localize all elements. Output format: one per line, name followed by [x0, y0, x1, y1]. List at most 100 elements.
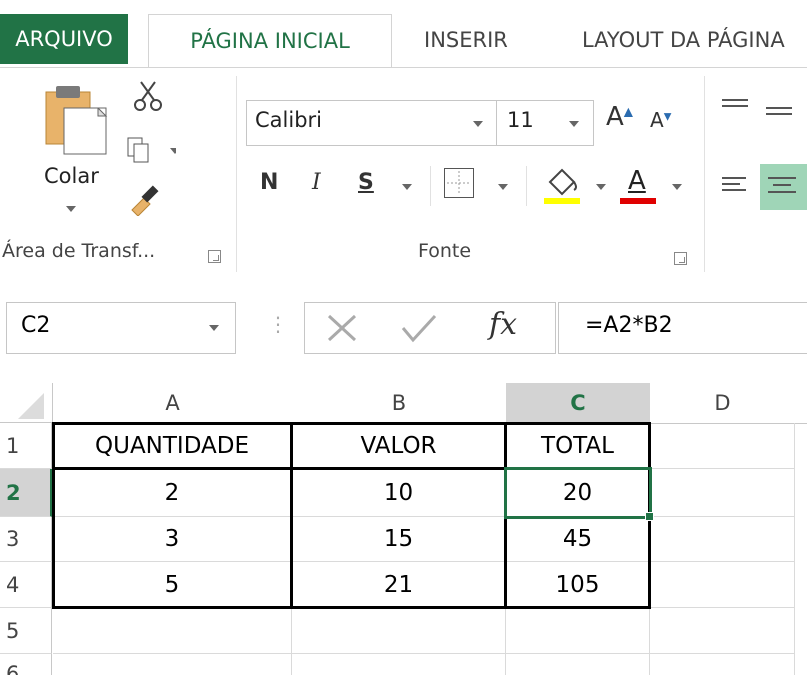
fill-handle[interactable]	[645, 512, 654, 521]
row-header-2[interactable]: 2	[0, 469, 52, 517]
tab-home[interactable]: PÁGINA INICIAL	[148, 14, 392, 70]
table-header-border	[52, 467, 651, 470]
formula-buttons: fx	[304, 302, 556, 354]
font-group-label: Fonte	[418, 240, 472, 262]
cancel-icon[interactable]	[325, 312, 361, 344]
italic-button[interactable]: I	[312, 170, 321, 195]
cell-b6[interactable]	[292, 654, 506, 675]
cell-c6[interactable]	[506, 654, 650, 675]
cell-c5[interactable]	[506, 608, 650, 654]
font-dialog-launcher[interactable]	[674, 252, 687, 265]
borders-icon	[447, 171, 471, 195]
clipboard-dialog-launcher[interactable]	[208, 250, 221, 263]
font-color-swatch	[620, 198, 656, 204]
grid-top-gap	[0, 364, 807, 383]
bold-button[interactable]: N	[260, 170, 278, 195]
align-middle-icon	[766, 107, 792, 115]
cell-d3[interactable]	[650, 517, 795, 562]
inline-separator	[430, 166, 431, 206]
row-header-1[interactable]: 1	[0, 423, 52, 469]
row-header-6[interactable]: 6	[0, 654, 52, 675]
formula-input-value: =A2*B2	[585, 313, 673, 338]
cell-d5[interactable]	[650, 608, 795, 654]
fill-color-button[interactable]	[542, 164, 582, 206]
enter-icon[interactable]	[399, 312, 439, 344]
font-name-dropdown-arrow[interactable]	[473, 121, 483, 127]
column-header-b[interactable]: B	[292, 383, 507, 424]
font-color-button[interactable]: A	[618, 164, 658, 206]
cell-b4[interactable]: 21	[292, 562, 506, 608]
cell-d4[interactable]	[650, 562, 795, 608]
top-align-button[interactable]	[720, 96, 750, 120]
cell-a4[interactable]: 5	[53, 562, 292, 608]
cell-c4[interactable]: 105	[506, 562, 650, 608]
underline-button[interactable]: S	[358, 170, 374, 195]
formula-input[interactable]: =A2*B2	[558, 302, 807, 354]
format-painter-button[interactable]	[128, 180, 164, 217]
name-box[interactable]: C2	[6, 302, 236, 354]
cell-d1[interactable]	[650, 423, 795, 469]
inline-separator	[526, 166, 527, 206]
cell-d6[interactable]	[650, 654, 795, 675]
row-header-5[interactable]: 5	[0, 608, 52, 654]
fill-color-dropdown-arrow[interactable]	[596, 184, 606, 190]
cell-a2[interactable]: 2	[53, 469, 292, 517]
tab-file[interactable]: ARQUIVO	[0, 14, 128, 64]
align-left-button[interactable]	[720, 172, 750, 200]
grow-font-icon: A	[606, 102, 624, 132]
ribbon: Colar Área de Transf... Calibri 11 A▲ A▼…	[0, 68, 807, 282]
align-center-button[interactable]	[760, 164, 807, 210]
cut-button[interactable]	[132, 80, 164, 112]
select-all-triangle-icon	[18, 393, 44, 419]
font-size-value: 11	[507, 108, 534, 132]
clipboard-group-label: Área de Transf...	[2, 240, 156, 262]
format-painter-icon	[131, 185, 159, 217]
cell-c3[interactable]: 45	[506, 517, 650, 562]
formula-bar: C2 ⋮ fx =A2*B2	[0, 282, 807, 364]
column-header-d[interactable]: D	[650, 383, 796, 424]
font-color-dropdown-arrow[interactable]	[672, 184, 682, 190]
borders-dropdown-arrow[interactable]	[498, 184, 508, 190]
font-color-icon: A	[628, 166, 646, 196]
row-header-3[interactable]: 3	[0, 517, 52, 562]
cell-b2[interactable]: 10	[292, 469, 506, 517]
tab-page-layout[interactable]: LAYOUT DA PÁGINA	[582, 14, 785, 66]
column-header-partial[interactable]	[795, 383, 807, 424]
table-column-border	[290, 422, 293, 609]
cell-b5[interactable]	[292, 608, 506, 654]
cell-c1[interactable]: TOTAL	[506, 423, 650, 469]
font-size-select[interactable]: 11	[496, 100, 594, 146]
shrink-font-button[interactable]: A▼	[650, 108, 671, 132]
cell-a6[interactable]	[53, 654, 292, 675]
font-name-select[interactable]: Calibri	[246, 100, 498, 146]
column-header-a[interactable]: A	[53, 383, 293, 424]
cell-a3[interactable]: 3	[53, 517, 292, 562]
font-size-dropdown-arrow[interactable]	[569, 121, 579, 127]
cell-a1[interactable]: QUANTIDADE	[53, 423, 292, 469]
borders-button[interactable]	[444, 168, 474, 198]
tab-insert[interactable]: INSERIR	[424, 14, 508, 66]
cell-c2[interactable]: 20	[506, 469, 650, 517]
name-box-dropdown-arrow[interactable]	[209, 325, 219, 331]
ribbon-tab-bar: ARQUIVO PÁGINA INICIAL INSERIR LAYOUT DA…	[0, 0, 807, 70]
resize-handle-icon[interactable]: ⋮	[268, 312, 288, 336]
row-header-4[interactable]: 4	[0, 562, 52, 608]
underline-dropdown-arrow[interactable]	[402, 184, 412, 190]
scissors-icon	[134, 81, 162, 111]
group-separator	[704, 76, 705, 272]
middle-align-button[interactable]	[764, 102, 807, 126]
column-header-c[interactable]: C	[506, 383, 651, 425]
copy-icon	[127, 137, 180, 163]
fill-color-swatch	[544, 198, 580, 204]
grow-font-button[interactable]: A▲	[606, 102, 633, 132]
cell-a5[interactable]	[53, 608, 292, 654]
paste-dropdown-arrow[interactable]	[66, 206, 76, 212]
cell-b3[interactable]: 15	[292, 517, 506, 562]
cell-b1[interactable]: VALOR	[292, 423, 506, 469]
paste-label[interactable]: Colar	[44, 164, 99, 188]
shrink-font-icon: A	[650, 108, 664, 132]
cell-d2[interactable]	[650, 469, 795, 517]
insert-function-icon[interactable]: fx	[489, 307, 517, 342]
select-all-button[interactable]	[0, 383, 53, 423]
copy-button[interactable]	[126, 134, 180, 166]
